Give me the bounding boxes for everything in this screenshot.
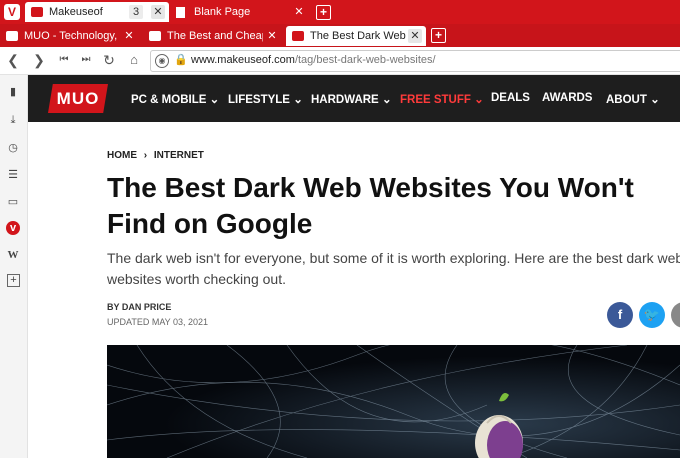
tab-makeuseof[interactable]: Makeuseof 3 ✕ [25,2,169,22]
dark-web-network-illustration [107,345,680,458]
rewind-icon[interactable]: ⏮ [56,52,72,68]
tab-label: Blank Page [194,6,251,18]
add-panel-icon[interactable]: + [7,274,20,287]
tab-best-dark-web[interactable]: The Best Dark Web Websites ✕ [286,26,426,46]
new-tab-plus-icon[interactable]: + [316,5,331,20]
url-path: /tag/best-dark-web-websites/ [294,54,436,66]
url-bar[interactable]: ◉ 🔒 www.makeuseof.com/tag/best-dark-web-… [150,50,680,72]
vivaldi-icon[interactable]: v [6,221,20,235]
tab-label: MUO - Technology, Simplified [24,30,120,42]
wikipedia-icon[interactable]: W [6,248,20,262]
nav-label: LIFESTYLE [228,94,290,106]
back-arrow-icon[interactable]: ❮ [5,52,21,68]
browser-sidebar: ▮ ⤓ ◷ ☰ ▭ v W + [0,75,28,458]
twitter-share-button[interactable]: 🐦 [639,302,665,328]
muo-favicon-icon [31,7,43,17]
nav-label: FREE STUFF [400,94,471,106]
tab-label: Makeuseof [49,6,103,18]
article-subtitle: The dark web isn't for everyone, but som… [107,248,680,290]
tab-label: The Best and Cheapest [167,30,263,42]
vivaldi-menu-button[interactable]: V [4,4,20,20]
nav-pc-mobile[interactable]: PC & MOBILE ⌄ [131,92,219,106]
history-icon[interactable]: ◷ [6,141,20,155]
close-icon[interactable]: ✕ [122,29,136,43]
facebook-share-button[interactable]: f [607,302,633,328]
nav-lifestyle[interactable]: LIFESTYLE ⌄ [228,92,303,106]
download-icon[interactable]: ⤓ [6,113,20,127]
subtitle-line: websites worth checking out. [107,271,286,287]
hero-image [107,345,680,458]
breadcrumb-home[interactable]: HOME [107,150,137,161]
bookmark-icon[interactable]: ▮ [6,85,20,99]
nav-free-stuff[interactable]: FREE STUFF ⌄ [400,92,484,106]
new-tab-plus-icon[interactable]: + [431,28,446,43]
chevron-down-icon: ⌄ [209,94,220,106]
breadcrumb: HOME › INTERNET [107,150,204,161]
title-line: Find on Google [107,208,313,239]
muo-favicon-icon [149,31,161,41]
reload-icon[interactable]: ↻ [101,52,117,68]
more-share-button[interactable]: • [671,302,680,328]
window-panel-icon[interactable]: ▭ [6,195,20,209]
author-byline[interactable]: BY DAN PRICE [107,302,171,312]
url-domain: www.makeuseof.com [191,54,295,66]
home-icon[interactable]: ⌂ [126,52,142,68]
forward-arrow-icon[interactable]: ❯ [31,52,47,68]
facebook-icon: f [617,307,623,322]
chevron-down-icon: ⌄ [293,94,303,106]
lock-icon: 🔒 [174,54,188,66]
nav-label: HARDWARE [311,94,379,106]
address-toolbar: ❮ ❯ ⏮ ⏭ ↻ ⌂ ◉ 🔒 www.makeuseof.com/tag/be… [0,47,680,75]
tab-best-cheapest[interactable]: The Best and Cheapest ✕ [143,26,283,46]
page-icon [176,7,185,18]
tab-muo-home[interactable]: MUO - Technology, Simplified ✕ [0,26,140,46]
nav-about[interactable]: ABOUT ⌄ [606,92,660,106]
close-icon[interactable]: ✕ [151,5,165,19]
tab-label: The Best Dark Web Websites [310,30,406,42]
subtitle-line: The dark web isn't for everyone, but som… [107,250,680,266]
nav-hardware[interactable]: HARDWARE ⌄ [311,92,392,106]
tab-stack-row: MUO - Technology, Simplified ✕ The Best … [0,24,680,47]
page-title: The Best Dark Web Websites You Won't Fin… [107,170,667,242]
chevron-down-icon: ⌄ [381,94,392,106]
updated-date: UPDATED MAY 03, 2021 [107,317,209,327]
close-icon[interactable]: ✕ [408,29,422,43]
breadcrumb-section[interactable]: INTERNET [154,150,204,161]
nav-deals[interactable]: DEALS [491,92,530,104]
nav-label: PC & MOBILE [131,94,207,106]
nav-awards[interactable]: AWARDS [542,92,592,104]
url-text: www.makeuseof.com/tag/best-dark-web-webs… [191,54,436,66]
chevron-down-icon: ⌄ [474,94,484,106]
browser-tab-bar: V Makeuseof 3 ✕ Blank Page ✕ + [0,0,680,24]
muo-favicon-icon [292,31,304,41]
chevron-down-icon: ⌄ [650,94,660,106]
nav-label: ABOUT [606,94,647,106]
chevron-right-icon: › [143,150,148,161]
close-icon[interactable]: ✕ [292,5,306,19]
tab-blank-page[interactable]: Blank Page ✕ [170,2,310,22]
muo-logo[interactable]: MUO [48,84,108,113]
tab-stack-count: 3 [129,5,143,19]
shield-icon[interactable]: ◉ [155,54,169,68]
title-line: The Best Dark Web Websites You Won't [107,172,634,203]
close-icon[interactable]: ✕ [265,29,279,43]
notes-icon[interactable]: ☰ [6,168,20,182]
site-header: MUO PC & MOBILE ⌄ LIFESTYLE ⌄ HARDWARE ⌄… [28,75,680,122]
twitter-icon: 🐦 [643,307,661,322]
fast-forward-icon[interactable]: ⏭ [78,52,94,68]
muo-favicon-icon [6,31,18,41]
